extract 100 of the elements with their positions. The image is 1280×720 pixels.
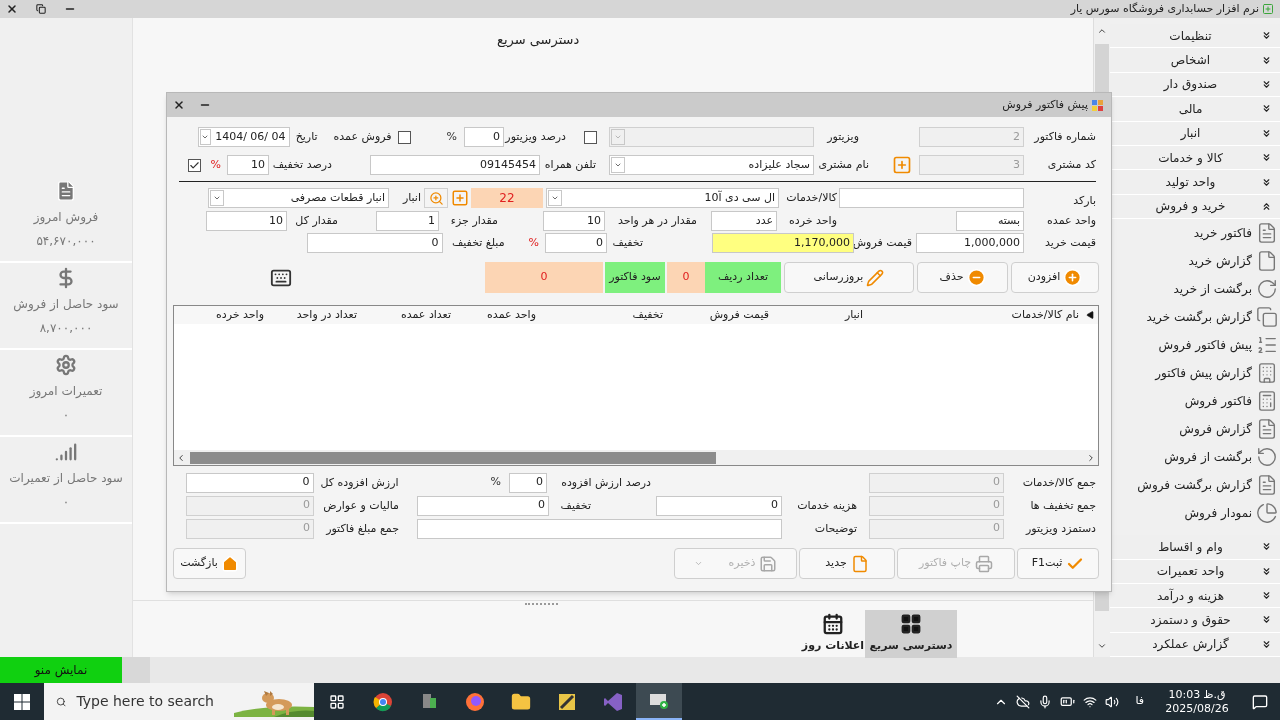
code-editor-icon[interactable] — [603, 691, 623, 712]
submenu-item[interactable]: گزارش برگشت فروش — [1110, 471, 1280, 500]
text-field[interactable] — [839, 188, 1024, 208]
field-label: جمع تخفیف ها — [1029, 497, 1096, 514]
plus-circle-icon — [1063, 268, 1083, 287]
dropdown-field[interactable]: سجاد علیزاده — [609, 155, 814, 175]
checkbox[interactable] — [397, 130, 411, 144]
text-field[interactable]: 0 — [545, 233, 607, 253]
speaker-icon[interactable] — [1105, 694, 1120, 709]
action-button[interactable]: ثبتF1 — [1017, 548, 1099, 579]
dropdown-field[interactable]: ال سی دی آ10 — [546, 188, 779, 208]
close-icon[interactable] — [173, 99, 185, 111]
dropdown-field[interactable]: انبار قطعات مصرفی — [208, 188, 389, 208]
close-icon[interactable] — [6, 3, 18, 15]
notifications-icon[interactable] — [1252, 693, 1268, 710]
tab[interactable]: اعلانات روز — [801, 610, 865, 658]
restore-icon[interactable] — [36, 4, 46, 14]
blank-document-icon — [1256, 250, 1278, 273]
text-field[interactable]: 10 — [227, 155, 269, 175]
text-field[interactable]: بسته — [956, 211, 1024, 231]
text-field[interactable]: 0 — [656, 495, 782, 516]
cart-app-icon[interactable] — [636, 683, 682, 720]
field-label: جمع کالا/خدمات — [1021, 474, 1096, 491]
submenu-item[interactable]: فاکتور خرید — [1110, 219, 1280, 248]
text-field[interactable]: 0 — [185, 472, 314, 493]
cloud-icon[interactable] — [1016, 694, 1031, 709]
scroll-down-icon[interactable] — [1097, 641, 1107, 651]
window-title: نرم افزار حسابداری فروشگاه سورس یار — [1070, 0, 1259, 17]
scroll-right-icon[interactable] — [1086, 452, 1096, 463]
folder-icon[interactable] — [511, 691, 531, 712]
tools-icon[interactable] — [557, 691, 577, 712]
splitter-handle[interactable] — [525, 603, 558, 607]
back-button[interactable]: بازگشت — [173, 548, 246, 579]
microphone-icon[interactable] — [1038, 694, 1053, 709]
submenu-item[interactable]: گزارش فروش — [1110, 415, 1280, 444]
submenu-item[interactable]: گزارش خرید — [1110, 247, 1280, 276]
field-label: کالا/خدمات — [785, 190, 837, 206]
submenu-item[interactable]: گزارش پیش فاکتور — [1110, 359, 1280, 388]
text-field[interactable]: 10 — [206, 211, 287, 231]
text-field[interactable]: 1 — [376, 211, 439, 231]
field-label: مالیات و عوارض — [322, 497, 399, 514]
expand-icon — [1261, 614, 1272, 626]
expand-icon — [1261, 54, 1272, 66]
row-count-value: 0 — [667, 262, 705, 293]
submenu-item[interactable]: گزارش برگشت خرید — [1110, 303, 1280, 332]
expand-icon — [1261, 78, 1272, 90]
show-menu-button[interactable]: نمایش منو — [0, 657, 122, 683]
scroll-up-icon[interactable] — [1097, 26, 1107, 36]
field-label: بارکد — [1072, 193, 1096, 209]
stat-value: ۰ — [62, 494, 70, 511]
text-field[interactable]: عدد — [711, 211, 777, 231]
field-label: کد مشتری — [1046, 157, 1096, 173]
expand-icon — [1261, 590, 1272, 602]
action-button[interactable]: حذف — [917, 262, 1008, 293]
field-label: درصد تخفیف — [272, 157, 332, 173]
submenu-item[interactable]: نمودار فروش — [1110, 499, 1280, 528]
search-field[interactable]: Type here to search — [44, 683, 314, 720]
browser-icon[interactable] — [373, 691, 393, 712]
action-button[interactable]: جدید — [799, 548, 895, 579]
field-label: نام مشتری — [817, 157, 869, 173]
language-indicator[interactable]: فا — [1135, 693, 1144, 710]
pie-chart-icon — [1256, 502, 1278, 525]
browser-icon[interactable] — [465, 691, 485, 712]
dropdown-icon — [551, 194, 559, 202]
tab[interactable]: دسترسی سریع — [865, 610, 957, 658]
text-field[interactable]: 10 — [543, 211, 605, 231]
submenu-item[interactable]: برگشت از فروش — [1110, 443, 1280, 472]
windows-logo-icon — [14, 693, 30, 710]
dialog-title: پیش فاکتور فروش — [1002, 96, 1088, 113]
text-field[interactable] — [417, 518, 782, 539]
submenu-item[interactable]: فاکتور فروش — [1110, 387, 1280, 416]
action-button[interactable]: بروزرسانی — [784, 262, 914, 293]
text-field[interactable]: 1,170,000 — [712, 233, 854, 253]
text-field[interactable]: 0 — [464, 127, 504, 147]
action-button[interactable]: افزودن — [1011, 262, 1099, 293]
submenu-item[interactable]: پیش فاکتور فروش — [1110, 331, 1280, 360]
text-field[interactable]: 09145454 — [370, 155, 540, 175]
field-label: مبلغ تخفیف — [450, 235, 505, 251]
collapse-icon — [1261, 200, 1272, 212]
unit-label: % — [446, 128, 457, 145]
text-field[interactable]: 1,000,000 — [916, 233, 1024, 253]
column-header: واحد خرده — [215, 306, 265, 323]
field-label: واحد عمده — [1046, 213, 1096, 229]
field-label: درصد ارزش افزوده — [560, 474, 651, 491]
scroll-left-icon[interactable] — [176, 452, 186, 463]
calendar-icon — [822, 613, 844, 636]
horizontal-scrollbar[interactable] — [174, 450, 1098, 465]
checkbox[interactable] — [584, 130, 597, 144]
submenu-item[interactable]: برگشت از خرید — [1110, 275, 1280, 304]
document-icon — [850, 554, 869, 573]
dropdown-field[interactable]: 1404/ 06/ 04 — [197, 127, 290, 147]
expand-icon — [1261, 565, 1272, 577]
text-field[interactable]: 0 — [417, 495, 549, 516]
text-field[interactable]: 0 — [306, 233, 443, 253]
text-field[interactable]: 0 — [509, 472, 547, 493]
wifi-icon[interactable] — [1083, 694, 1098, 709]
building-icon — [1256, 362, 1278, 385]
expand-icon — [1261, 30, 1272, 42]
battery-icon[interactable] — [1060, 694, 1076, 709]
checkbox[interactable] — [187, 158, 201, 172]
